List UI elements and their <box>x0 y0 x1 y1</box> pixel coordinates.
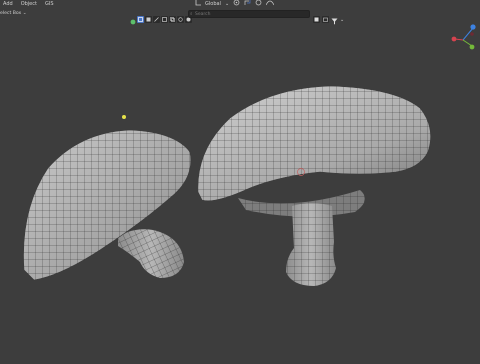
search-icon: ⌕ <box>190 12 193 17</box>
mushroom-scene <box>23 85 431 286</box>
menu-bar: Add Object GIS <box>3 0 54 8</box>
3d-viewport[interactable] <box>0 20 480 360</box>
top-bar: Add Object GIS Global ⌄ <box>0 0 480 8</box>
chevron-down-icon: ⌄ <box>22 11 27 16</box>
proportional-edit-icon[interactable] <box>255 0 262 9</box>
menu-gis[interactable]: GIS <box>45 0 54 8</box>
pivot-icon[interactable] <box>233 0 240 9</box>
select-box-dropdown[interactable]: elect Box ⌄ <box>0 10 30 18</box>
orientation-dropdown[interactable]: Global <box>205 0 221 8</box>
search-input[interactable]: ⌕ Search <box>188 10 310 18</box>
mushroom-left[interactable] <box>23 129 192 281</box>
falloff-icon[interactable] <box>265 0 275 9</box>
chevron-down-icon: ⌄ <box>224 1 230 7</box>
search-placeholder: Search <box>195 12 211 17</box>
orientation-icon <box>195 0 201 9</box>
menu-object[interactable]: Object <box>21 0 37 8</box>
origin-point[interactable] <box>122 115 126 119</box>
menu-add[interactable]: Add <box>3 0 13 8</box>
transform-header: Global ⌄ <box>195 0 275 9</box>
select-box-label: elect Box <box>0 11 22 16</box>
snap-icon[interactable] <box>244 0 251 9</box>
mushroom-right[interactable] <box>197 85 431 286</box>
